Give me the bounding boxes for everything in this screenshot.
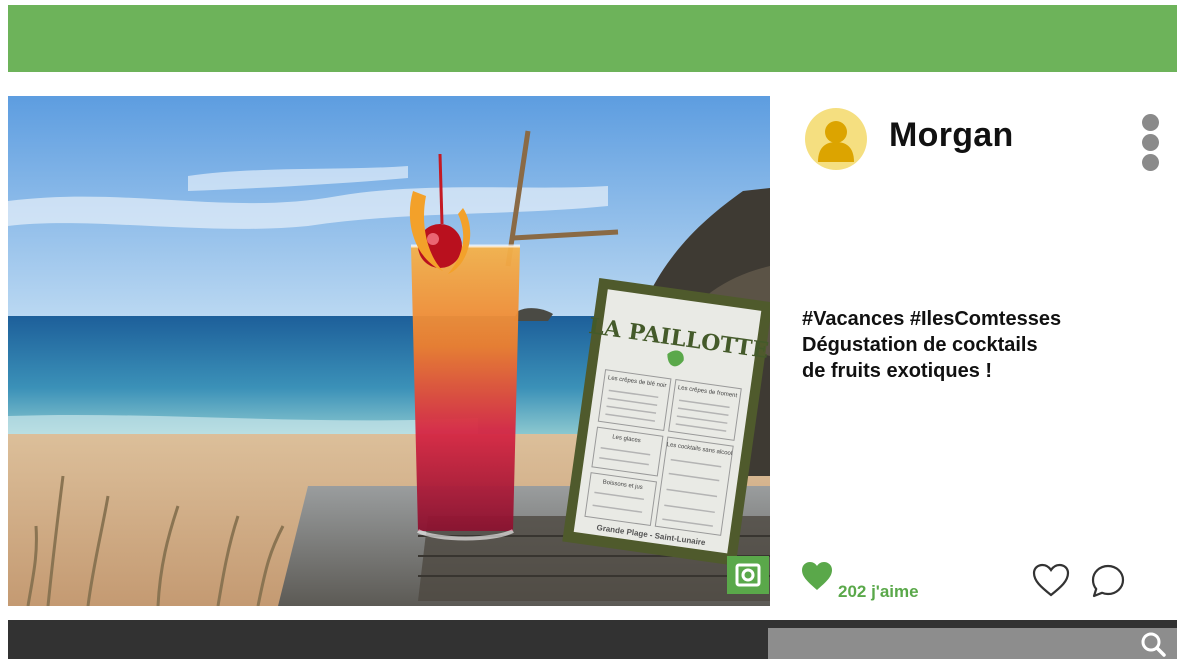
author-name[interactable]: Morgan <box>889 116 1014 155</box>
beach-cocktail-image: LA PAILLOTTE Les crêpes de blé noir Les … <box>8 96 770 606</box>
caption-line-1: #Vacances #IlesComtesses <box>802 308 1062 330</box>
liked-heart-button[interactable] <box>800 560 834 592</box>
comment-button[interactable] <box>1089 562 1127 600</box>
like-button[interactable] <box>1031 562 1071 598</box>
header-bar <box>8 5 1177 72</box>
search-icon[interactable] <box>1139 630 1167 658</box>
post-caption: #Vacances #IlesComtesses Dégustation de … <box>802 306 1172 384</box>
search-input[interactable] <box>768 628 1128 659</box>
heart-filled-icon <box>802 562 832 590</box>
more-options-button[interactable] <box>1140 112 1162 174</box>
post-details: Morgan #Vacances #IlesComtesses Dégustat… <box>786 96 1177 606</box>
post-photo[interactable]: LA PAILLOTTE Les crêpes de blé noir Les … <box>8 96 770 606</box>
user-avatar-icon <box>818 121 854 162</box>
avatar[interactable] <box>805 108 867 170</box>
search-bar[interactable] <box>768 628 1177 659</box>
like-count[interactable]: 202 j'aime <box>838 582 919 602</box>
caption-line-2: Dégustation de cocktails <box>802 334 1038 356</box>
comment-icon <box>1091 564 1125 598</box>
camera-icon <box>735 563 761 587</box>
heart-outline-icon <box>1032 563 1070 597</box>
caption-line-3: de fruits exotiques ! <box>802 360 993 382</box>
camera-button[interactable] <box>727 556 769 594</box>
